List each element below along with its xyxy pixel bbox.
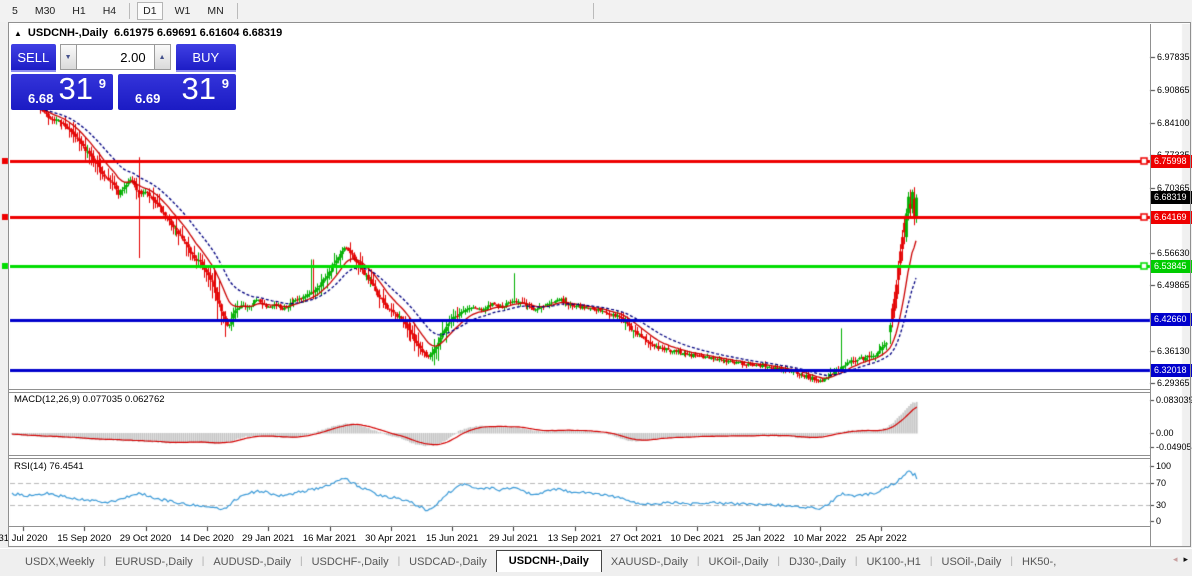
buy-price-point: 9: [221, 76, 229, 91]
window-border-bottom: [8, 546, 1191, 547]
volume-input[interactable]: [76, 44, 154, 70]
toolbar-separator: [592, 3, 594, 19]
buy-price-prefix: 6.69: [135, 91, 161, 106]
date-tick-label: 29 Jul 2021: [488, 533, 538, 544]
symbol-tab-hk50[interactable]: HK50-,: [1013, 551, 1065, 572]
hline-price-label: 6.42660: [1151, 313, 1192, 327]
macd-axis-value: 0.00: [1156, 428, 1174, 438]
sell-button[interactable]: SELL: [11, 44, 56, 72]
chart-symbol-title: USDCNH-,Daily: [27, 27, 108, 39]
tab-scroll-arrows: ◂ ▸: [1173, 554, 1188, 565]
symbol-tab-eurusd-daily[interactable]: EURUSD-,Daily: [106, 551, 202, 572]
axis-separator: [1150, 24, 1151, 546]
symbol-tabbar: USDX,Weekly | EURUSD-,Daily | AUDUSD-,Daily |…: [0, 548, 1192, 576]
sell-price-box[interactable]: 6.68 31 9: [11, 71, 113, 110]
symbol-tab-usdchf-daily[interactable]: USDCHF-,Daily: [303, 551, 398, 572]
macd-separator-bottom: [9, 392, 1150, 393]
timeframe-button-mn[interactable]: MN: [202, 3, 228, 19]
symbol-tab-dj30-daily[interactable]: DJ30-,Daily: [780, 551, 855, 572]
rsi-axis-value: 30: [1156, 499, 1167, 510]
symbol-tab-ukoil-daily[interactable]: UKOil-,Daily: [700, 551, 778, 572]
date-tick-label: 14 Dec 2020: [179, 533, 234, 544]
macd-label: MACD(12,26,9) 0.077035 0.062762: [14, 394, 165, 405]
date-tick-label: 29 Oct 2020: [119, 533, 172, 544]
toolbar-separator: [236, 3, 238, 19]
timeframe-button-5[interactable]: 5: [7, 3, 23, 19]
date-tick-label: 15 Sep 2020: [57, 533, 112, 544]
chart-ohlc-values: 6.61975 6.69691 6.61604 6.68319: [114, 27, 283, 39]
tab-scroll-left-icon[interactable]: ◂: [1173, 554, 1178, 565]
price-tick-label: 6.90865: [1157, 85, 1190, 96]
rsi-axis-value: 0: [1156, 516, 1162, 526]
date-tick-label: 25 Jan 2022: [732, 533, 785, 544]
volume-decrease-button[interactable]: ▼: [59, 44, 77, 70]
rsi-label: RSI(14) 76.4541: [14, 461, 84, 472]
date-tick-label: 16 Mar 2021: [302, 533, 357, 544]
buy-price-pips: 31: [181, 71, 216, 106]
date-tick-label: 25 Apr 2022: [855, 533, 907, 544]
buy-button[interactable]: BUY: [175, 44, 236, 72]
symbol-tab-audusd-daily[interactable]: AUDUSD-,Daily: [204, 551, 300, 572]
symbol-tab-xauusd-daily[interactable]: XAUUSD-,Daily: [602, 551, 697, 572]
price-tick-label: 6.84100: [1157, 117, 1190, 128]
timeframe-button-m30[interactable]: M30: [30, 3, 60, 19]
tab-scroll-right-icon[interactable]: ▸: [1183, 554, 1188, 565]
symbol-tab-usoil-daily[interactable]: USOil-,Daily: [933, 551, 1011, 572]
date-tick-label: 27 Oct 2021: [610, 533, 662, 544]
one-click-trade-panel: SELL ▼ ▲ BUY 6.68 31 9 6.69 31 9: [11, 44, 236, 110]
price-tick-label: 6.29365: [1157, 377, 1190, 388]
window-border-right: [1190, 22, 1191, 547]
date-tick-label: 15 Jun 2021: [425, 533, 479, 544]
rsi-axis-value: 70: [1156, 477, 1167, 488]
symbol-tab-uk100-h1[interactable]: UK100-,H1: [857, 551, 929, 572]
volume-stepper: ▼ ▲: [59, 44, 171, 70]
current-price-label: 6.68319: [1151, 191, 1192, 205]
symbol-tab-usdcnh-daily[interactable]: USDCNH-,Daily: [495, 550, 602, 572]
macd-separator-top[interactable]: [9, 389, 1150, 390]
price-tick-label: 6.49865: [1157, 280, 1190, 291]
price-tick-label: 6.97835: [1157, 52, 1190, 63]
symbol-tab-usdx-weekly[interactable]: USDX,Weekly: [16, 551, 103, 572]
date-tick-label: 10 Mar 2022: [793, 533, 847, 544]
date-tick-label: 10 Dec 2021: [670, 533, 725, 544]
timeframe-button-d1[interactable]: D1: [137, 2, 163, 20]
sell-price-point: 9: [98, 76, 106, 91]
hline-price-label: 6.64169: [1151, 210, 1192, 224]
hline-price-label: 6.75998: [1151, 154, 1192, 168]
sell-price-prefix: 6.68: [28, 91, 54, 106]
buy-price-box[interactable]: 6.69 31 9: [118, 71, 236, 110]
symbol-tab-usdcad-daily[interactable]: USDCAD-,Daily: [400, 551, 496, 572]
date-tick-label: 30 Apr 2021: [365, 533, 417, 544]
timeframe-button-w1[interactable]: W1: [170, 3, 196, 19]
sell-price-pips: 31: [58, 71, 93, 106]
date-tick-label: 29 Jan 2021: [242, 533, 295, 544]
timeframe-button-h1[interactable]: H1: [67, 3, 90, 19]
hline-price-label: 6.32018: [1151, 363, 1192, 377]
window-border-left-hl: [9, 24, 10, 546]
toolbar-separator: [129, 3, 131, 19]
price-tick-label: 6.56630: [1157, 248, 1190, 259]
rsi-axis-value: 100: [1156, 461, 1172, 471]
timeframe-toolbar: 5 M30 H1 H4 D1 W1 MN: [0, 0, 1192, 22]
rsi-separator-top[interactable]: [9, 455, 1150, 456]
price-tick-label: 6.36130: [1157, 345, 1190, 356]
rsi-separator-bottom: [9, 458, 1150, 459]
chart-title-row: ▲ USDCNH-,Daily 6.61975 6.69691 6.61604 …: [14, 27, 282, 39]
volume-increase-button[interactable]: ▲: [153, 44, 171, 70]
timeframe-button-h4[interactable]: H4: [98, 3, 121, 19]
window-border-top-hl: [8, 23, 1190, 24]
macd-axis-value: -0.049054: [1156, 442, 1192, 452]
date-axis-border: [9, 526, 1150, 527]
date-tick-label: 13 Sep 2021: [547, 533, 602, 544]
macd-axis-value: 0.083039: [1156, 395, 1192, 405]
hline-price-label: 6.53845: [1151, 259, 1192, 273]
collapse-arrow-icon[interactable]: ▲: [14, 29, 22, 38]
